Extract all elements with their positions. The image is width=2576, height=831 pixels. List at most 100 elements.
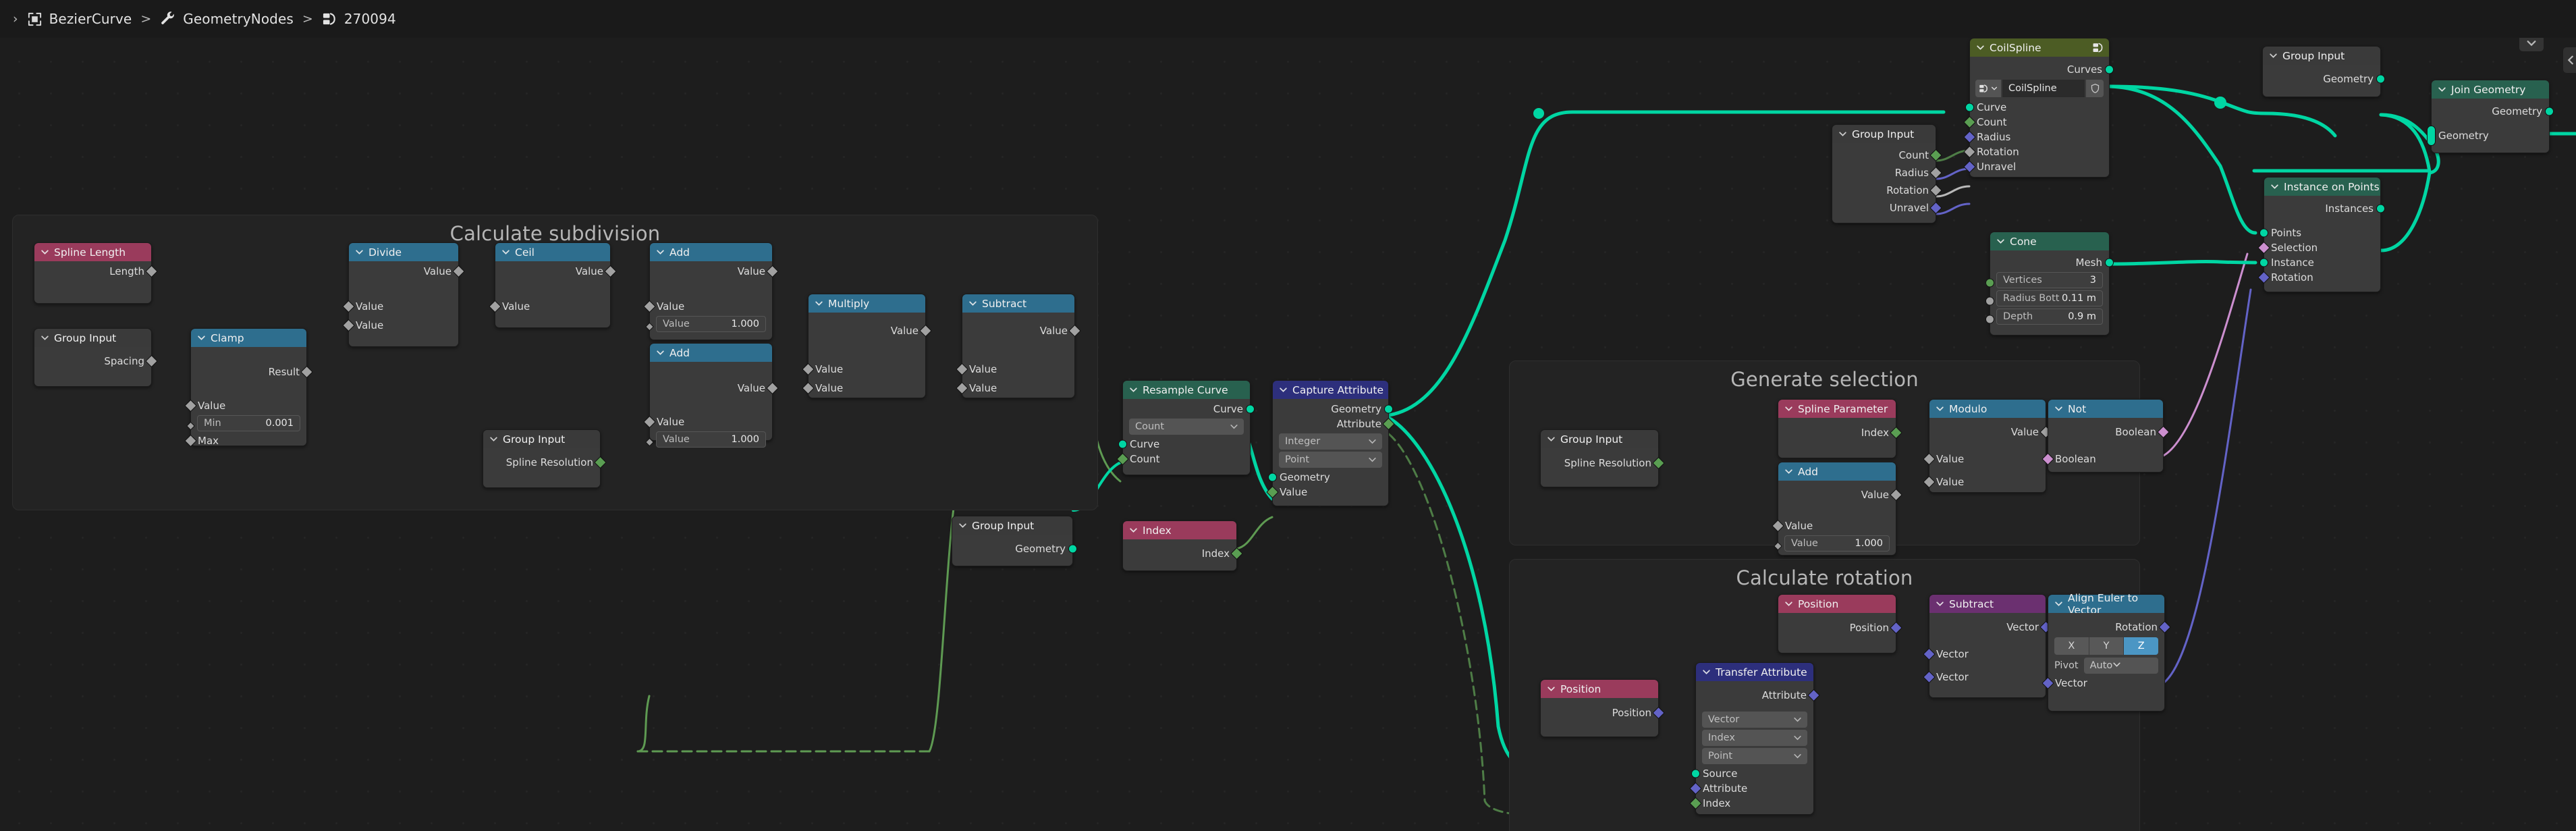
node-cone[interactable]: Cone Mesh Vertices 3 Radius Bott 0.11 m <box>1985 232 2114 336</box>
socket-row-clamp-value[interactable]: Value <box>184 398 306 413</box>
node-header-group-input-geometry-right[interactable]: Group Input <box>2263 47 2380 65</box>
chevron-down-icon[interactable] <box>2054 599 2063 608</box>
socket-in-cone-depth[interactable] <box>1985 315 1994 324</box>
node-coilspline[interactable]: CoilSpline Curves CoilSpline Curve Count… <box>1963 38 2114 178</box>
chevron-down-icon[interactable] <box>815 299 823 308</box>
node-header-capture-attribute[interactable]: Capture Attribute <box>1273 381 1388 399</box>
socket-row-subtract-sub-out[interactable]: Value <box>962 323 1081 338</box>
socket-row-join-geometry-in[interactable]: Geometry <box>2427 126 2549 146</box>
socket-out-clamp-result[interactable] <box>300 365 313 379</box>
socket-row-spline-parameter-index[interactable]: Index <box>1778 425 1902 440</box>
socket-row-subtract-sub-in1[interactable]: Value <box>956 362 1074 377</box>
socket-in-transfer-source[interactable] <box>1691 769 1700 778</box>
socket-in-coilspline-unravel[interactable] <box>1963 160 1976 173</box>
chevron-down-icon[interactable] <box>1976 43 1985 52</box>
socket-out-length[interactable] <box>145 265 158 278</box>
socket-row-not-out[interactable]: Boolean <box>2048 425 2170 439</box>
socket-out-align-euler-rotation[interactable] <box>2158 620 2171 634</box>
socket-row-align-euler-vector-in[interactable]: Vector <box>2041 676 2164 691</box>
breadcrumb-label-object[interactable]: BezierCurve <box>49 11 132 27</box>
socket-row-join-geometry-out[interactable]: Geometry <box>2432 104 2554 119</box>
chevron-down-icon[interactable] <box>968 299 977 308</box>
socket-row-modulo-out[interactable]: Value <box>1929 425 2052 439</box>
socket-row-coil-count[interactable]: Count <box>1832 148 1942 163</box>
node-header-multiply[interactable]: Multiply <box>809 294 925 313</box>
socket-row-subtract-rotation-out[interactable]: Vector <box>1929 620 2052 635</box>
chevron-down-icon[interactable] <box>197 333 206 342</box>
node-group-input-geometry-right[interactable]: Group Input Geometry <box>2262 46 2385 97</box>
socket-in-coilspline-radius[interactable] <box>1963 130 1976 144</box>
socket-out-capture-geometry[interactable] <box>1384 404 1393 414</box>
socket-out-resample-curve[interactable] <box>1246 404 1255 414</box>
socket-row-add-top-in[interactable]: Value <box>643 299 772 314</box>
socket-in-modulo-value-2[interactable] <box>1923 475 1936 489</box>
socket-in-coilspline-count[interactable] <box>1963 115 1976 129</box>
widget-capture-data-type[interactable]: Integer <box>1279 433 1382 450</box>
node-header-subtract-subdivision[interactable]: Subtract <box>962 294 1074 313</box>
axis-option-z[interactable]: Z <box>2124 637 2158 655</box>
breadcrumb-label-nodetree[interactable]: 270094 <box>344 11 396 27</box>
node-header-group-input-spline-resolution[interactable]: Group Input <box>483 430 600 448</box>
socket-in-multiply-value-2[interactable] <box>802 381 815 395</box>
socket-row-clamp-result[interactable]: Result <box>191 365 313 379</box>
socket-row-spline-resolution-2[interactable]: Spline Resolution <box>1541 456 1665 471</box>
node-transfer-attribute[interactable]: Transfer Attribute Attribute Vector Inde… <box>1689 662 1820 815</box>
socket-out-spline-resolution-2[interactable] <box>1652 456 1665 470</box>
chevron-down-icon[interactable] <box>40 248 49 257</box>
socket-in-add-selection-value[interactable] <box>1772 519 1784 533</box>
chevron-down-icon[interactable] <box>1784 599 1793 608</box>
node-header-subtract-rotation[interactable]: Subtract <box>1929 595 2046 613</box>
socket-row-coilspline-curve[interactable]: Curve <box>1965 100 2109 115</box>
chevron-down-icon[interactable] <box>1838 130 1847 138</box>
node-header-divide[interactable]: Divide <box>349 243 458 261</box>
socket-in-cone-radius-bottom[interactable] <box>1985 296 1994 306</box>
node-position-top[interactable]: Position Position <box>1778 594 1902 653</box>
socket-row-spacing[interactable]: Spacing <box>34 354 158 369</box>
socket-row-clamp-max[interactable]: Max <box>184 433 306 448</box>
chevron-down-icon[interactable] <box>2438 85 2446 94</box>
socket-row-index-out[interactable]: Index <box>1123 546 1243 561</box>
node-index[interactable]: Index Index <box>1122 520 1243 571</box>
socket-row-group-geometry-right[interactable]: Geometry <box>2263 72 2385 86</box>
widget-clamp-min[interactable]: Min 0.001 <box>197 415 300 431</box>
socket-row-position-top-out[interactable]: Position <box>1778 620 1902 635</box>
chevron-down-icon[interactable] <box>1129 526 1138 535</box>
header-collapse-button[interactable] <box>2519 38 2544 51</box>
socket-row-align-euler-out[interactable]: Rotation <box>2048 620 2171 635</box>
socket-out-transfer-attribute[interactable] <box>1807 689 1820 702</box>
socket-row-multiply-out[interactable]: Value <box>809 323 932 338</box>
socket-out-subtract-sub-value[interactable] <box>1068 324 1081 338</box>
socket-in-transfer-index[interactable] <box>1689 797 1702 810</box>
socket-row-coilspline-curves[interactable]: Curves <box>1970 62 2114 77</box>
socket-in-coilspline-curve[interactable] <box>1965 103 1974 112</box>
socket-row-length[interactable]: Length <box>34 264 158 279</box>
breadcrumb-label-modifier[interactable]: GeometryNodes <box>183 11 294 27</box>
socket-in-clamp-value[interactable] <box>184 399 197 412</box>
widget-add-top-value[interactable]: Value 1.000 <box>656 316 766 332</box>
chevron-down-icon[interactable] <box>1547 685 1556 693</box>
node-header-add-mid[interactable]: Add <box>650 344 772 362</box>
node-align-euler-to-vector[interactable]: Align Euler to Vector Rotation X Y Z Piv… <box>2041 592 2171 712</box>
socket-in-modulo-value-1[interactable] <box>1923 452 1936 466</box>
socket-row-resample-curve-out[interactable]: Curve <box>1123 402 1255 417</box>
socket-row-subtract-rotation-in1[interactable]: Vector <box>1923 647 2046 662</box>
socket-in-align-euler-vector[interactable] <box>2041 676 2054 690</box>
chevron-down-icon[interactable] <box>501 248 510 257</box>
node-add-mid[interactable]: Add Value Value Value 1.000 <box>643 343 779 448</box>
chevron-down-icon[interactable] <box>40 333 49 342</box>
widget-add-selection-value[interactable]: Value 1.000 <box>1784 535 1890 552</box>
socket-in-ceil-value[interactable] <box>489 300 501 313</box>
node-position-bottom[interactable]: Position Position <box>1540 679 1665 737</box>
node-header-position-bottom[interactable]: Position <box>1541 680 1658 698</box>
node-clamp[interactable]: Clamp Result Value Min 0.001 Max <box>184 328 313 448</box>
socket-out-add-mid-value[interactable] <box>766 381 779 395</box>
node-group-input-geometry[interactable]: Group Input Geometry <box>952 516 1077 566</box>
socket-row-coil-unravel[interactable]: Unravel <box>1832 200 1942 215</box>
socket-row-coilspline-rotation[interactable]: Rotation <box>1963 144 2109 159</box>
socket-row-divide-out[interactable]: Value <box>349 264 465 279</box>
node-header-instance-on-points[interactable]: Instance on Points <box>2264 178 2380 196</box>
socket-in-capture-value[interactable] <box>1266 485 1279 499</box>
socket-in-join-geometry-multi[interactable] <box>2427 126 2436 146</box>
node-group-input-spline-resolution-2[interactable]: Group Input Spline Resolution <box>1540 429 1665 487</box>
socket-out-capture-attribute[interactable] <box>1382 417 1395 431</box>
